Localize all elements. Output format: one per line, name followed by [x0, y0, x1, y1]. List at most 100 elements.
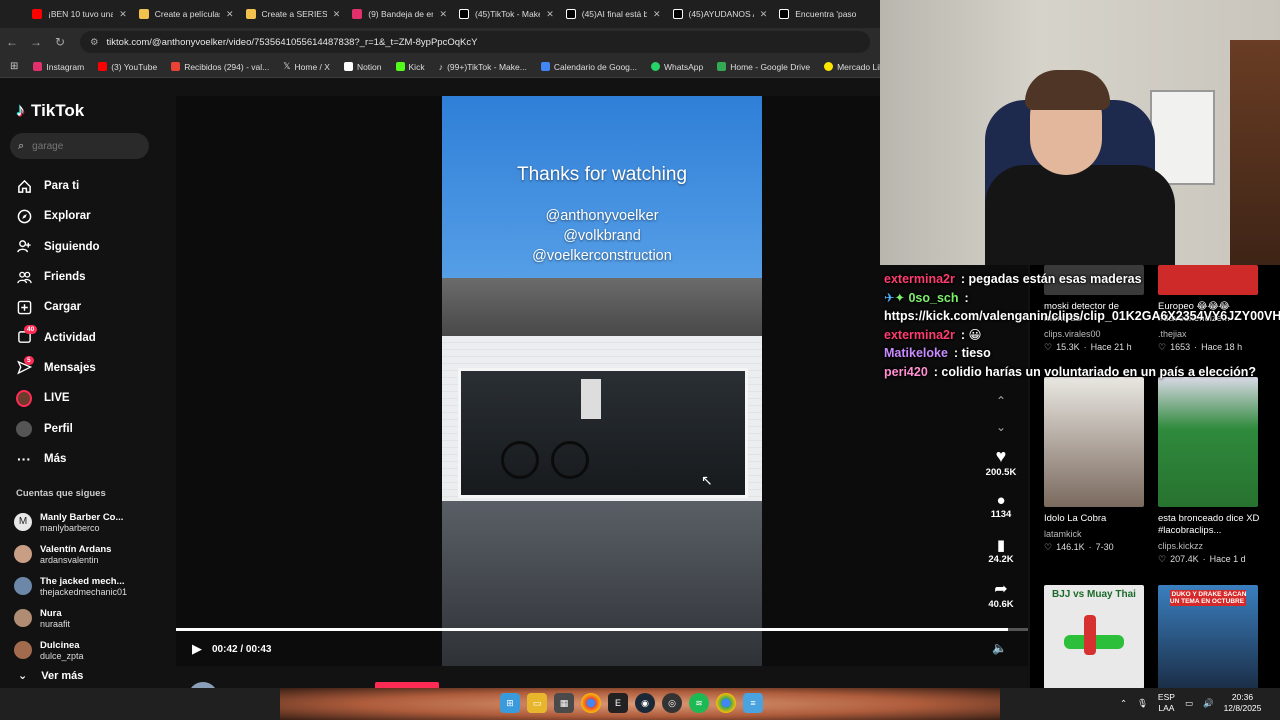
youtube-icon	[98, 62, 108, 71]
chevron-up-icon[interactable]: ⌃	[1120, 698, 1127, 709]
browser-tab[interactable]: Create a SERIES A✕	[240, 0, 347, 28]
browser-tab[interactable]: (9) Bandeja de en ✕	[346, 0, 453, 28]
nav-mas[interactable]: ··· Más	[16, 444, 166, 474]
following-title: Cuentas que sigues	[16, 488, 106, 499]
time-readout: 00:42 / 00:43	[212, 643, 272, 655]
bookmark[interactable]: Kick	[389, 62, 432, 72]
bookmark-icon: ▮	[996, 536, 1006, 554]
steam-icon[interactable]: ◉	[635, 693, 655, 713]
close-icon[interactable]: ✕	[439, 9, 447, 20]
sidebar-nav: Para ti Explorar Siguiendo Friends Carga…	[16, 171, 166, 474]
bookmark[interactable]: Calendario de Goog...	[534, 62, 644, 72]
share-icon: ➦	[994, 580, 1008, 598]
tiktok-icon	[565, 9, 576, 19]
browser-tab[interactable]: (45)AYUDANOS A ✕	[667, 0, 774, 28]
store-icon[interactable]: ▦	[554, 693, 574, 713]
microphone-icon[interactable]: 🎙	[1137, 698, 1148, 709]
language-indicator[interactable]: ESP LAA	[1158, 692, 1175, 714]
bookmark[interactable]: Notion	[337, 62, 389, 72]
clip-card[interactable]: DUKO Y DRAKE SACAN UN TEMA EN OCTUBRE	[1158, 585, 1262, 688]
chevron-down-icon[interactable]: ⌄	[976, 414, 1026, 440]
like-button[interactable]: ♥ 200.5K	[976, 440, 1026, 484]
close-icon[interactable]: ✕	[119, 9, 127, 20]
play-icon[interactable]: ▶	[192, 641, 202, 657]
close-icon[interactable]: ✕	[546, 9, 554, 20]
save-button[interactable]: ▮ 24.2K	[976, 528, 1026, 572]
chat-message: Matikeloke: tieso	[884, 346, 991, 360]
windows-start-icon[interactable]: ⊞	[500, 693, 520, 713]
action-bar: ⌃ ⌄ ♥ 200.5K ● 1134 ▮ 24.2K ➦ 40.6K	[976, 388, 1026, 616]
browser-tab[interactable]: Create a películas ✕	[133, 0, 240, 28]
following-account[interactable]: Dulcinea dulce_zpta	[14, 634, 164, 666]
volume-icon[interactable]: 🔈	[992, 641, 1007, 655]
search-box[interactable]: ⌕	[10, 133, 149, 159]
speaker-icon[interactable]: 🔊	[1203, 698, 1214, 709]
following-account[interactable]: M Manly Barber Co... manlybarberco	[14, 506, 164, 538]
address-bar[interactable]: ⚙ tiktok.com/@anthonyvoelker/video/75356…	[80, 31, 870, 53]
bookmark[interactable]: Home - Google Drive	[710, 62, 817, 72]
browser-tab[interactable]: ¡BEN 10 tuvo una ✕	[26, 0, 133, 28]
forward-icon[interactable]: →	[24, 35, 48, 49]
nav-actividad[interactable]: 40 Actividad	[16, 322, 166, 352]
epic-games-icon[interactable]: E	[608, 693, 628, 713]
bookmark[interactable]: 𝕏 Home / X	[276, 61, 337, 72]
tiktok-icon	[459, 9, 469, 19]
x-icon: 𝕏	[283, 61, 291, 71]
monitor-icon[interactable]: ▭	[1185, 698, 1193, 709]
browser-tab[interactable]: (45)AI final está b ✕	[560, 0, 667, 28]
clock[interactable]: 20:36 12/8/2025	[1224, 692, 1262, 714]
more-icon: ···	[17, 450, 31, 467]
progress-bar[interactable]	[176, 628, 1028, 631]
clip-card[interactable]: esta bronceado dice XD #lacobraclips... …	[1158, 377, 1262, 565]
file-explorer-icon[interactable]: ▭	[527, 693, 547, 713]
browser-tab[interactable]: Encuentra 'paso	[773, 0, 880, 28]
chat-message: https://kick.com/valenganin/clips/clip_0…	[884, 309, 1280, 323]
bookmark[interactable]: WhatsApp	[644, 62, 710, 72]
reload-icon[interactable]: ↻	[48, 35, 72, 49]
webcam-whiteboard	[1150, 90, 1215, 185]
close-icon[interactable]: ✕	[653, 9, 661, 20]
clip-card[interactable]: Idolo La Cobra latamkick ♡ 146.1K · 7-30	[1044, 377, 1148, 553]
tiktok-icon	[779, 9, 790, 19]
close-icon[interactable]: ✕	[760, 9, 768, 20]
notepad-icon[interactable]: ≡	[743, 693, 763, 713]
bookmark[interactable]: Recibidos (294) - val...	[164, 62, 276, 72]
garage-roof	[442, 278, 762, 338]
nav-mensajes[interactable]: 5 Mensajes	[16, 353, 166, 383]
clip-thumbnail	[1158, 377, 1258, 507]
following-account[interactable]: Valentín Ardans ardansvalentin	[14, 538, 164, 570]
browser-tab[interactable]: (45)TikTok - Make ✕	[453, 0, 560, 28]
video-frame[interactable]: Thanks for watching @anthonyvoelker @vol…	[442, 96, 762, 666]
tiktok-logo[interactable]: ♪ TikTok	[16, 100, 84, 121]
following-account[interactable]: The jacked mech... thejackedmechanic01	[14, 570, 164, 602]
clip-card[interactable]: BJJ vs Muay Thai	[1044, 585, 1148, 688]
bike-wheel	[501, 441, 539, 479]
nav-para-ti[interactable]: Para ti	[16, 171, 166, 201]
close-icon[interactable]: ✕	[226, 9, 234, 20]
following-account[interactable]: Nura nuraafit	[14, 602, 164, 634]
nav-friends[interactable]: Friends	[16, 262, 166, 292]
apps-icon[interactable]: ⊞	[10, 61, 18, 72]
nav-explorar[interactable]: Explorar	[16, 201, 166, 231]
spotify-icon[interactable]: ≋	[689, 693, 709, 713]
bookmark[interactable]: (3) YouTube	[91, 62, 164, 72]
chrome-icon[interactable]	[581, 693, 601, 713]
webcam-overlay	[880, 0, 1280, 265]
nav-siguiendo[interactable]: Siguiendo	[16, 232, 166, 262]
bookmark[interactable]: Instagram	[26, 62, 91, 72]
nav-live[interactable]: LIVE	[16, 383, 166, 413]
ver-mas-button[interactable]: ⌄ Ver más	[18, 669, 83, 683]
following-icon	[16, 239, 32, 255]
chevron-up-icon[interactable]: ⌃	[976, 388, 1026, 414]
nav-perfil[interactable]: Perfil	[16, 413, 166, 443]
share-button[interactable]: ➦ 40.6K	[976, 572, 1026, 616]
obs-icon[interactable]: ◎	[662, 693, 682, 713]
search-input[interactable]	[32, 140, 133, 152]
close-icon[interactable]: ✕	[333, 9, 341, 20]
site-info-icon[interactable]: ⚙	[90, 37, 99, 48]
chrome-alt-icon[interactable]	[716, 693, 736, 713]
back-icon[interactable]: ←	[0, 35, 24, 49]
nav-cargar[interactable]: Cargar	[16, 292, 166, 322]
comment-button[interactable]: ● 1134	[976, 484, 1026, 528]
bookmark[interactable]: ♪ (99+)TikTok - Make...	[432, 62, 534, 72]
